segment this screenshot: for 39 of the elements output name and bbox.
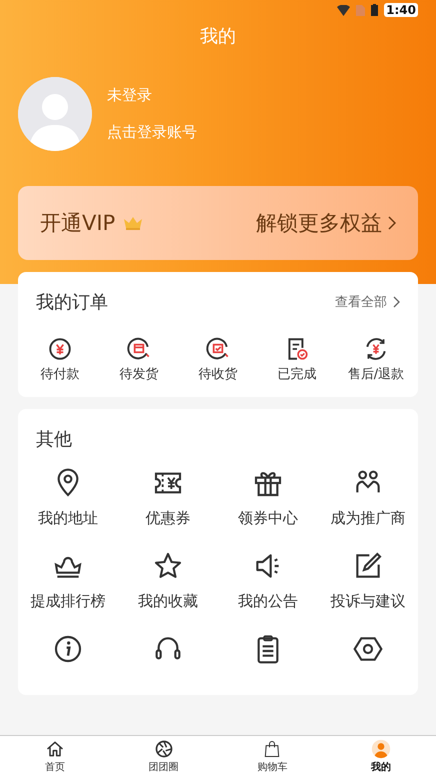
order-status-button[interactable]: 售后/退款 bbox=[338, 336, 414, 383]
menu-item[interactable]: 我的公告 bbox=[218, 550, 318, 611]
aperture-icon bbox=[154, 739, 174, 759]
clock-time: 1:40 bbox=[384, 3, 418, 17]
tab-item[interactable]: 购物车 bbox=[255, 739, 290, 776]
menu-item[interactable]: 我的收藏 bbox=[118, 550, 218, 611]
wifi-icon bbox=[337, 4, 350, 16]
login-status: 未登录 bbox=[107, 86, 153, 105]
tab-item[interactable]: 团团圈 bbox=[146, 739, 181, 776]
menu-item[interactable]: 领券中心 bbox=[218, 467, 318, 528]
box-check-icon bbox=[205, 336, 231, 362]
unlock-benefits-link[interactable]: 解锁更多权益 bbox=[256, 209, 396, 237]
menu-item[interactable]: 我的地址 bbox=[18, 467, 118, 528]
box-icon bbox=[126, 336, 152, 362]
menu-item[interactable]: 优惠券 bbox=[118, 467, 218, 528]
vip-banner[interactable]: 开通VIP 解锁更多权益 bbox=[18, 186, 418, 260]
info-icon bbox=[52, 633, 84, 665]
chevron-right-icon bbox=[393, 296, 400, 308]
no-sim-icon bbox=[356, 4, 366, 16]
order-status-button[interactable]: 已完成 bbox=[259, 336, 335, 383]
tab-item[interactable]: 首页 bbox=[38, 739, 72, 776]
vip-label: 开通VIP bbox=[40, 210, 116, 237]
chevron-right-icon bbox=[388, 216, 396, 230]
page-title: 我的 bbox=[199, 25, 237, 49]
order-status-button[interactable]: 待收货 bbox=[180, 336, 256, 383]
tab-item[interactable]: 我的 bbox=[364, 739, 398, 776]
order-status-button[interactable]: 待发货 bbox=[101, 336, 177, 383]
menu-item[interactable]: 提成排行榜 bbox=[18, 550, 118, 611]
menu-item[interactable]: 投诉与建议 bbox=[318, 550, 418, 611]
home-icon bbox=[45, 739, 65, 759]
yen-circle-icon bbox=[47, 336, 73, 362]
section-title: 其他 bbox=[35, 428, 73, 451]
order-status-button[interactable]: 待付款 bbox=[22, 336, 98, 383]
view-all-link[interactable]: 查看全部 bbox=[335, 293, 400, 311]
section-title: 我的订单 bbox=[36, 291, 108, 314]
user-avatar-icon bbox=[370, 739, 391, 759]
menu-item[interactable]: 成为推广商 bbox=[318, 467, 418, 528]
battery-icon bbox=[371, 4, 378, 16]
crown-icon bbox=[123, 216, 144, 230]
